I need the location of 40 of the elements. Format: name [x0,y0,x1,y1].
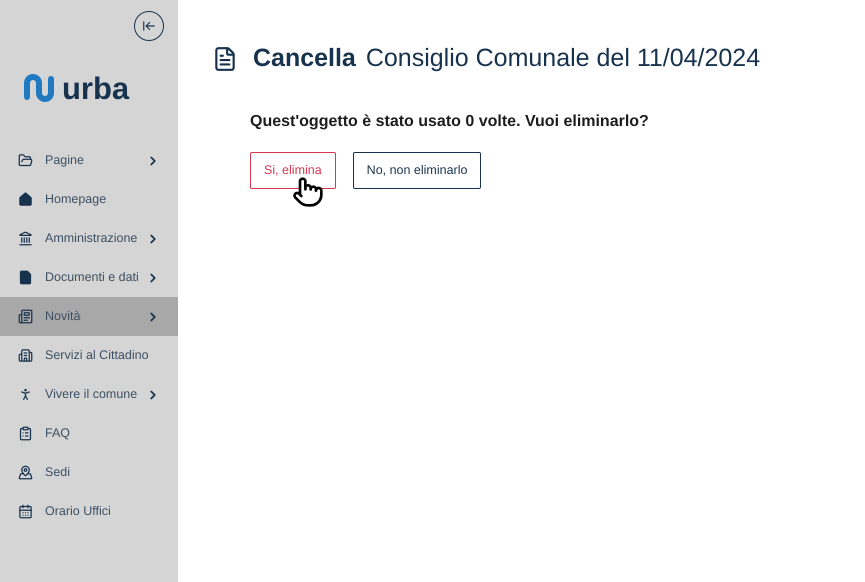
document-icon [18,270,33,285]
question-text: Quest'oggetto è stato usato 0 volte. Vuoi eliminarlo? [250,112,650,132]
collapse-icon [142,19,156,33]
sidebar-item[interactable]: Pagine [0,141,178,180]
collapse-button[interactable] [134,11,164,41]
building-icon [18,231,33,246]
sidebar-label: Orario Uffici [45,503,112,520]
sidebar-label: Pagine [45,152,85,170]
sidebar-item[interactable]: Sedi [0,453,178,492]
sidebar-label: Documenti e dati [45,269,140,286]
sidebar-label: Novità [45,308,82,326]
logo-icon [22,71,56,105]
sidebar-item[interactable]: Orario Uffici [0,492,178,531]
sidebar-item[interactable]: Amministrazione [0,219,178,258]
sidebar-label: FAQ [45,425,72,442]
sidebar-item[interactable]: FAQ [0,414,178,453]
hand-cursor-icon [292,176,324,208]
sidebar-label: Vivere il comune [45,386,138,404]
map-icon [18,465,33,480]
sidebar-item[interactable]: Novità [0,297,178,336]
page-title-action: Cancella [253,43,356,74]
sidebar-item[interactable]: Servizi al Cittadino [0,336,178,375]
page-title: Consiglio Comunale del 11/04/2024 [366,43,760,74]
newspaper-icon [18,309,33,324]
logo-text: urba [62,72,130,104]
action-button[interactable]: No, non eliminarlo [352,152,482,188]
sidebar-label: Amministrazione [45,230,138,248]
calendar-icon [18,504,33,519]
office-icon [18,348,33,363]
sidebar-label: Servizi al Cittadino [45,347,150,364]
home-icon [18,192,33,207]
sidebar-item[interactable]: Vivere il comune [0,375,178,414]
person-icon [18,387,33,402]
action-button[interactable]: Si, elimina [250,152,336,188]
sidebar-item[interactable]: Homepage [0,180,178,219]
folder-icon [18,153,33,168]
sidebar-item[interactable]: Documenti e dati [0,258,178,297]
clipboard-icon [18,426,33,441]
sidebar-label: Sedi [45,464,72,482]
sidebar-label: Homepage [45,191,108,208]
